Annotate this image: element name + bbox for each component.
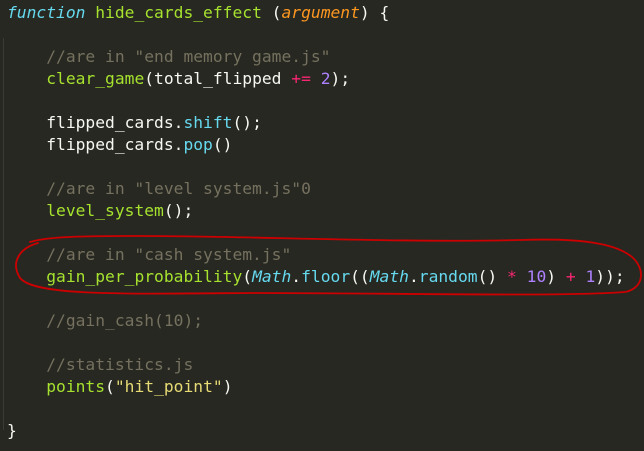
code-editor[interactable]: function hide_cards_effect (argument) { … (0, 0, 644, 451)
red-circle-annotation (15, 235, 642, 296)
